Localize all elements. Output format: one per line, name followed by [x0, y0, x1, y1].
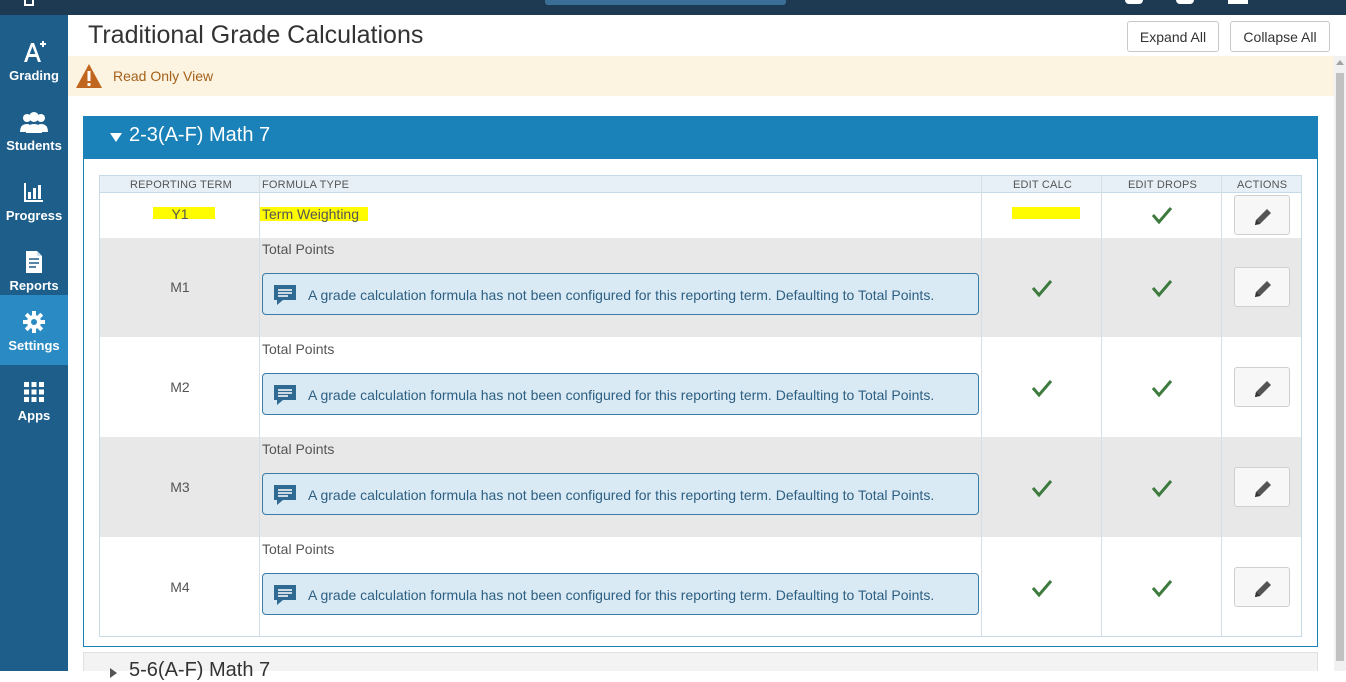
top-search-box[interactable]	[545, 0, 786, 5]
sidebar-item-progress[interactable]: Progress	[0, 165, 68, 235]
check-icon	[1151, 580, 1173, 598]
header-actions: ACTIONS	[1237, 179, 1288, 191]
formula-type: Total Points	[262, 241, 335, 257]
sidebar-label: Grading	[9, 68, 59, 83]
check-icon	[1031, 480, 1053, 498]
caret-down-icon[interactable]	[110, 133, 122, 142]
formula-type: Total Points	[262, 341, 335, 357]
info-message-text: A grade calculation formula has not been…	[308, 287, 935, 303]
edit-button[interactable]	[1234, 367, 1290, 407]
page-title: Traditional Grade Calculations	[88, 21, 424, 49]
table-row: M4 Total Points A grade calculation form…	[100, 537, 1301, 636]
expand-all-button[interactable]: Expand All	[1127, 21, 1219, 52]
sidebar-item-settings[interactable]: Settings	[0, 295, 68, 365]
table-header: REPORTING TERM FORMULA TYPE EDIT CALC ED…	[100, 176, 1301, 193]
table-row: M1 Total Points A grade calculation form…	[100, 238, 1301, 337]
sidebar-item-grading[interactable]: Grading	[0, 25, 68, 95]
check-icon	[1151, 280, 1173, 298]
top-bar-icon-2[interactable]	[1176, 0, 1194, 4]
top-bar-icon-3[interactable]	[1228, 0, 1248, 4]
page-scrollbar[interactable]	[1334, 56, 1346, 671]
pencil-icon	[1255, 281, 1271, 297]
column-divider	[981, 176, 982, 636]
check-icon	[1031, 580, 1053, 598]
info-message: A grade calculation formula has not been…	[262, 573, 979, 615]
students-icon	[0, 109, 68, 135]
edit-button[interactable]	[1234, 267, 1290, 307]
section-header[interactable]: 2-3(A-F) Math 7	[84, 117, 1317, 159]
sidebar-item-students[interactable]: Students	[0, 95, 68, 165]
check-icon	[1151, 480, 1173, 498]
comment-icon	[274, 585, 296, 605]
edit-button[interactable]	[1234, 195, 1290, 235]
pencil-icon	[1255, 209, 1271, 225]
section-title: 2-3(A-F) Math 7	[129, 124, 271, 146]
warning-icon	[75, 63, 103, 94]
info-message: A grade calculation formula has not been…	[262, 473, 979, 515]
formula-type: Total Points	[262, 441, 335, 457]
header-edit-calc: EDIT CALC	[1013, 179, 1073, 191]
check-icon	[1031, 380, 1053, 398]
reporting-term: M1	[170, 279, 190, 295]
section-header-collapsed[interactable]: 5-6(A-F) Math 7	[83, 652, 1318, 681]
grade-calc-table: REPORTING TERM FORMULA TYPE EDIT CALC ED…	[99, 175, 1302, 637]
caret-right-icon[interactable]	[110, 668, 117, 678]
pencil-icon	[1255, 481, 1271, 497]
sidebar-label: Settings	[8, 338, 60, 353]
info-message: A grade calculation formula has not been…	[262, 273, 979, 315]
top-bar-icon-1[interactable]	[1125, 0, 1143, 4]
check-icon	[1031, 280, 1053, 298]
sidebar-label: Apps	[17, 408, 51, 423]
highlight-mark	[1012, 207, 1080, 219]
sidebar-item-apps[interactable]: Apps	[0, 365, 68, 435]
collapse-all-button[interactable]: Collapse All	[1230, 21, 1330, 52]
reporting-term: Y1	[171, 206, 189, 222]
grading-icon	[0, 39, 68, 65]
formula-type: Total Points	[262, 541, 335, 557]
reporting-term: M4	[170, 579, 190, 595]
progress-icon	[0, 179, 68, 205]
header-reporting-term: REPORTING TERM	[130, 179, 233, 191]
column-divider	[1221, 176, 1222, 636]
reporting-term: M2	[170, 379, 190, 395]
sidebar-label: Students	[6, 138, 62, 153]
edit-button[interactable]	[1234, 567, 1290, 607]
top-left-icon[interactable]	[24, 0, 34, 6]
sidebar-label: Reports	[9, 278, 59, 293]
comment-icon	[274, 485, 296, 505]
pencil-icon	[1255, 581, 1271, 597]
read-only-alert: Read Only View	[68, 56, 1334, 96]
info-message-text: A grade calculation formula has not been…	[308, 587, 935, 603]
info-message: A grade calculation formula has not been…	[262, 373, 979, 415]
column-divider	[259, 176, 260, 636]
scroll-up-arrow-icon[interactable]	[1336, 60, 1344, 65]
info-message-text: A grade calculation formula has not been…	[308, 487, 935, 503]
check-icon	[1151, 380, 1173, 398]
comment-icon	[274, 285, 296, 305]
alert-text: Read Only View	[113, 68, 214, 84]
formula-type: Term Weighting	[262, 206, 360, 222]
check-icon	[1151, 207, 1173, 225]
settings-icon	[0, 309, 68, 335]
reporting-term: M3	[170, 479, 190, 495]
scrollbar-thumb[interactable]	[1336, 73, 1344, 661]
sidebar-label: Progress	[5, 208, 63, 223]
info-message-text: A grade calculation formula has not been…	[308, 387, 935, 403]
apps-icon	[0, 379, 68, 405]
top-bar	[0, 0, 1346, 15]
table-row: M3 Total Points A grade calculation form…	[100, 437, 1301, 537]
table-row: M2 Total Points A grade calculation form…	[100, 337, 1301, 437]
comment-icon	[274, 385, 296, 405]
table-row: Y1 Term Weighting	[100, 193, 1301, 238]
sidebar-nav: Grading Students Progress Reports Settin…	[0, 15, 68, 671]
edit-button[interactable]	[1234, 467, 1290, 507]
column-divider	[1101, 176, 1102, 636]
header-edit-drops: EDIT DROPS	[1128, 179, 1198, 191]
header-formula-type: FORMULA TYPE	[262, 179, 350, 191]
reports-icon	[0, 249, 68, 275]
pencil-icon	[1255, 381, 1271, 397]
